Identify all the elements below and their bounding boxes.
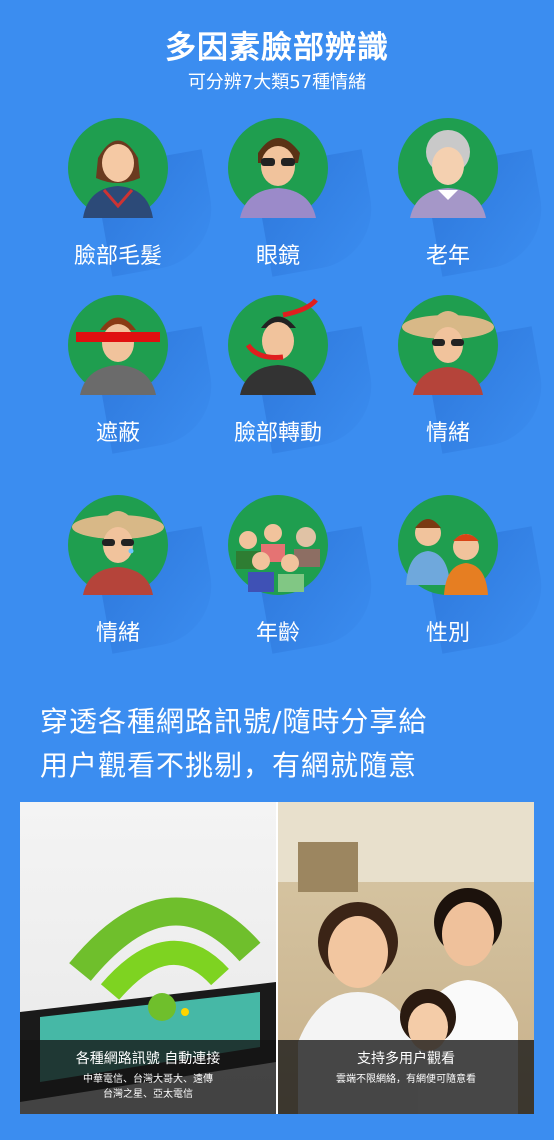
tagline-line-1: 穿透各種網路訊號/隨時分享給: [40, 705, 428, 738]
feature-label: 性別: [425, 621, 470, 646]
caption-title: 支持多用户觀看: [357, 1051, 455, 1067]
feature-card-elderly: 老年: [360, 118, 551, 288]
elderly-woman-icon: [410, 130, 486, 218]
rotating-head-icon: [240, 298, 318, 395]
tagline: 穿透各種網路訊號/隨時分享給 用户觀看不挑剔，有網就隨意: [40, 700, 427, 788]
family-group-icon: [236, 524, 320, 592]
feature-label: 臉部毛髮: [73, 244, 162, 269]
feature-label: 情緒: [425, 421, 470, 446]
girl-face-icon: [83, 140, 153, 218]
caption-title: 各種網路訊號 自動連接: [75, 1051, 221, 1067]
page-subtitle: 可分辨7大類57種情緒: [187, 72, 367, 93]
caption-carriers-1: 中華電信、台灣大哥大、遠傳: [83, 1074, 213, 1085]
feature-card-face-rotation: 臉部轉動: [190, 295, 381, 465]
caption-carriers-2: 台灣之星、亞太電信: [103, 1089, 193, 1100]
feature-label: 眼鏡: [255, 244, 300, 269]
feature-label: 老年: [425, 244, 470, 269]
feature-card-emotion-2: 情緒: [30, 495, 221, 665]
tagline-line-2: 用户觀看不挑剔，有網就隨意: [40, 749, 418, 782]
feature-card-facial-hair: 臉部毛髮: [30, 118, 221, 288]
right-caption: 支持多用户觀看 雲端不限網絡，有網便可隨意看: [278, 1040, 534, 1114]
hat-woman-icon: [402, 311, 494, 395]
feature-label: 年齡: [255, 621, 300, 646]
photo-panel: 各種網路訊號 自動連接 中華電信、台灣大哥大、遠傳 台灣之星、亞太電信 支持多用…: [20, 802, 534, 1114]
feature-label: 情緒: [95, 621, 140, 646]
family-photo: 支持多用户觀看 雲端不限網絡，有網便可隨意看: [278, 802, 534, 1114]
feature-card-occlusion: 遮蔽: [30, 295, 221, 465]
masked-eyes-man-icon: [76, 317, 160, 395]
sunglasses-man-icon: [240, 138, 316, 218]
feature-card-glasses: 眼鏡: [190, 118, 381, 288]
wifi-photo: 各種網路訊號 自動連接 中華電信、台灣大哥大、遠傳 台灣之星、亞太電信: [20, 802, 276, 1114]
feature-card-gender: 性別: [360, 495, 551, 665]
couple-icon: [406, 519, 488, 595]
feature-card-emotion: 情緒: [360, 295, 551, 465]
hat-woman-crying-icon: [72, 511, 164, 595]
caption-description: 雲端不限網絡，有網便可隨意看: [336, 1074, 476, 1085]
left-caption: 各種網路訊號 自動連接 中華電信、台灣大哥大、遠傳 台灣之星、亞太電信: [20, 1040, 276, 1114]
feature-card-age: 年齡: [190, 495, 381, 665]
page-title: 多因素臉部辨識: [165, 30, 389, 66]
feature-label: 臉部轉動: [233, 421, 322, 446]
feature-label: 遮蔽: [95, 421, 140, 446]
